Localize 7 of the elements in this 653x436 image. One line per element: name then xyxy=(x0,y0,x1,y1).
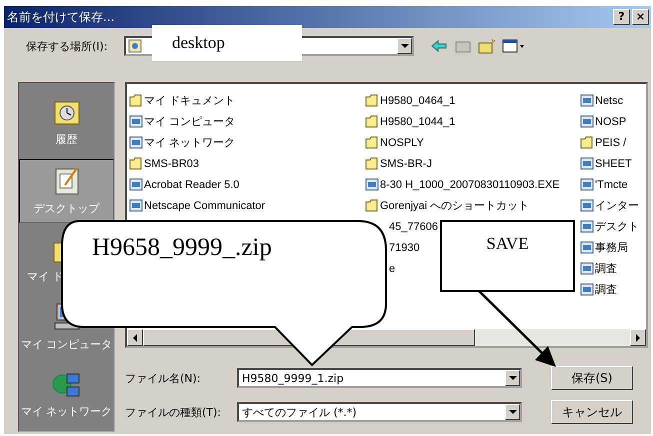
file-type-label: ファイルの種類(T): xyxy=(125,404,222,420)
location-note-tooltip: desktop xyxy=(152,25,302,61)
save-note-tooltip: SAVE xyxy=(440,220,575,292)
window-title: 名前を付けて保存... xyxy=(7,8,114,26)
filename-label: ファイル名(N): xyxy=(125,370,202,386)
callout-text: H9658_9999_.zip xyxy=(92,234,272,262)
location-label: 保存する場所(I): xyxy=(26,38,109,54)
